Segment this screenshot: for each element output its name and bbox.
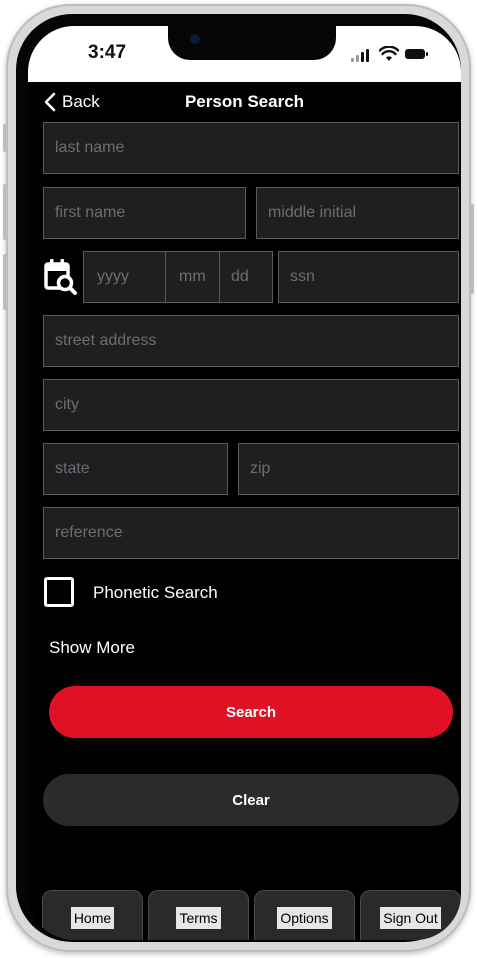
tab-terms[interactable]: Terms — [148, 890, 249, 940]
page-title: Person Search — [184, 92, 305, 111]
street-address-input[interactable] — [43, 315, 459, 367]
state-input[interactable] — [43, 443, 228, 495]
tab-options-label: Options — [277, 907, 332, 929]
phone-power-button — [469, 204, 474, 294]
reference-input[interactable] — [43, 507, 459, 559]
screen: 3:47 Back Person Search last name first … — [28, 26, 461, 940]
status-bar: 3:47 — [28, 26, 461, 82]
phonetic-search-label: Phonetic Search — [93, 583, 218, 602]
show-more-link[interactable]: Show More — [49, 638, 135, 658]
phone-volume-down-button — [3, 254, 8, 310]
calendar-search-icon[interactable] — [44, 256, 78, 296]
wifi-icon — [379, 46, 399, 61]
last-name-input[interactable] — [43, 122, 459, 174]
signal-icon — [351, 48, 371, 62]
nav-bar: Back Person Search — [28, 82, 461, 122]
clear-button[interactable]: Clear — [43, 774, 459, 826]
tab-sign-out-label: Sign Out — [380, 907, 441, 929]
first-name-input[interactable] — [43, 187, 246, 239]
tab-home-label: Home — [70, 907, 115, 929]
dob-month-input[interactable] — [165, 251, 220, 303]
status-icons — [351, 46, 431, 62]
dob-day-input[interactable] — [219, 251, 273, 303]
phone-volume-up-button — [3, 184, 8, 240]
phone-side-button — [3, 124, 8, 152]
front-camera — [190, 34, 200, 44]
city-input[interactable] — [43, 379, 459, 431]
middle-initial-input[interactable] — [256, 187, 459, 239]
battery-icon — [405, 49, 428, 59]
tab-home[interactable]: Home — [42, 890, 143, 940]
zip-input[interactable] — [238, 443, 459, 495]
notch — [168, 26, 336, 60]
search-button[interactable]: Search — [49, 686, 453, 738]
phone-frame: 3:47 Back Person Search last name first … — [3, 4, 474, 952]
tab-terms-label: Terms — [176, 907, 221, 929]
ssn-input[interactable] — [278, 251, 459, 303]
dob-year-input[interactable] — [83, 251, 166, 303]
phonetic-search-checkbox[interactable] — [44, 577, 74, 607]
status-time: 3:47 — [88, 42, 127, 63]
tab-sign-out[interactable]: Sign Out — [360, 890, 461, 940]
tab-options[interactable]: Options — [254, 890, 355, 940]
